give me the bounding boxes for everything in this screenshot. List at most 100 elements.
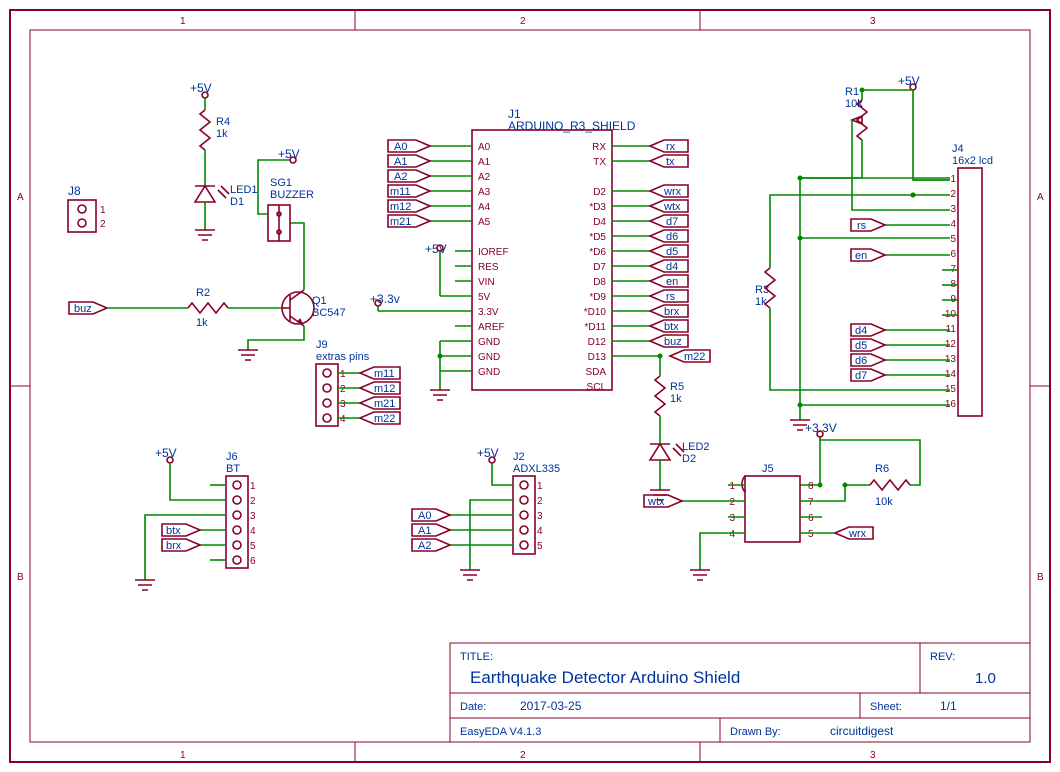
arduino-shield: J1 ARDUINO_R3_SHIELD A0 A1 A2 A3 A4 A5 I… bbox=[370, 107, 710, 500]
svg-text:EasyEDA V4.1.3: EasyEDA V4.1.3 bbox=[460, 726, 541, 738]
svg-text:J2: J2 bbox=[513, 451, 525, 463]
svg-text:m11: m11 bbox=[390, 186, 411, 198]
svg-text:J5: J5 bbox=[762, 463, 774, 475]
svg-text:J6: J6 bbox=[226, 451, 238, 463]
svg-text:ARDUINO_R3_SHIELD: ARDUINO_R3_SHIELD bbox=[508, 119, 636, 133]
svg-text:d5: d5 bbox=[666, 246, 678, 258]
svg-text:A1: A1 bbox=[418, 525, 431, 537]
svg-text:J8: J8 bbox=[68, 184, 81, 198]
svg-text:*D11: *D11 bbox=[585, 322, 607, 333]
svg-text:GND: GND bbox=[478, 367, 500, 378]
svg-text:rs: rs bbox=[857, 220, 867, 232]
svg-text:+5V: +5V bbox=[155, 446, 177, 460]
svg-text:5: 5 bbox=[537, 541, 543, 552]
j6-bt: +5V J6BT 123456 btx brx bbox=[135, 446, 256, 590]
svg-text:6: 6 bbox=[808, 513, 814, 524]
svg-text:1.0: 1.0 bbox=[975, 670, 996, 687]
svg-text:brx: brx bbox=[166, 540, 182, 552]
svg-text:1: 1 bbox=[340, 369, 346, 380]
svg-text:3.3V: 3.3V bbox=[478, 307, 499, 318]
svg-text:*D9: *D9 bbox=[589, 292, 606, 303]
svg-text:A2: A2 bbox=[394, 171, 407, 183]
svg-text:A: A bbox=[1037, 192, 1044, 203]
svg-text:tx: tx bbox=[666, 156, 675, 168]
svg-text:en: en bbox=[666, 276, 678, 288]
svg-text:Sheet:: Sheet: bbox=[870, 701, 902, 713]
svg-text:wrx: wrx bbox=[848, 528, 867, 540]
svg-text:1: 1 bbox=[180, 16, 186, 27]
svg-text:R2: R2 bbox=[196, 287, 210, 299]
svg-text:d4: d4 bbox=[666, 261, 678, 273]
svg-text:wtx: wtx bbox=[647, 496, 665, 508]
svg-text:2: 2 bbox=[537, 496, 543, 507]
svg-text:1: 1 bbox=[250, 481, 256, 492]
svg-text:A5: A5 bbox=[478, 217, 491, 228]
svg-text:circuitdigest: circuitdigest bbox=[830, 724, 894, 738]
svg-text:2: 2 bbox=[100, 219, 106, 230]
svg-text:D12: D12 bbox=[588, 337, 607, 348]
svg-text:3: 3 bbox=[729, 513, 735, 524]
svg-text:A: A bbox=[17, 192, 24, 203]
svg-text:A3: A3 bbox=[478, 187, 491, 198]
svg-text:4: 4 bbox=[950, 219, 956, 230]
svg-text:5: 5 bbox=[250, 541, 256, 552]
svg-text:D1: D1 bbox=[230, 196, 244, 208]
svg-text:extras pins: extras pins bbox=[316, 351, 370, 363]
svg-text:3: 3 bbox=[537, 511, 543, 522]
svg-text:2: 2 bbox=[729, 497, 735, 508]
svg-text:4: 4 bbox=[250, 526, 256, 537]
svg-text:1: 1 bbox=[950, 174, 956, 185]
svg-text:IOREF: IOREF bbox=[478, 247, 509, 258]
svg-text:GND: GND bbox=[478, 352, 500, 363]
svg-text:2: 2 bbox=[520, 16, 526, 27]
svg-text:1k: 1k bbox=[216, 128, 228, 140]
svg-text:SG1: SG1 bbox=[270, 177, 292, 189]
svg-text:*D6: *D6 bbox=[589, 247, 606, 258]
svg-text:A0: A0 bbox=[478, 142, 491, 153]
svg-text:A1: A1 bbox=[394, 156, 407, 168]
svg-text:D2: D2 bbox=[593, 187, 606, 198]
svg-text:10k: 10k bbox=[845, 98, 863, 110]
svg-text:B: B bbox=[17, 572, 24, 583]
svg-text:1k: 1k bbox=[670, 393, 682, 405]
svg-text:BT: BT bbox=[226, 463, 240, 475]
j9-extras: J9 extras pins 1234 m11 m12 m21 m22 bbox=[316, 339, 400, 426]
svg-text:2: 2 bbox=[250, 496, 256, 507]
svg-text:1k: 1k bbox=[755, 296, 767, 308]
svg-text:RES: RES bbox=[478, 262, 499, 273]
svg-text:R1: R1 bbox=[845, 86, 859, 98]
svg-text:TITLE:: TITLE: bbox=[460, 651, 493, 663]
svg-text:*D5: *D5 bbox=[589, 232, 606, 243]
svg-text:5: 5 bbox=[950, 234, 956, 245]
svg-text:A0: A0 bbox=[394, 141, 407, 153]
svg-text:A0: A0 bbox=[418, 510, 431, 522]
svg-text:rs: rs bbox=[666, 291, 676, 303]
svg-text:brx: brx bbox=[664, 306, 680, 318]
svg-text:d7: d7 bbox=[855, 370, 867, 382]
svg-text:m12: m12 bbox=[374, 383, 395, 395]
svg-text:ADXL335: ADXL335 bbox=[513, 463, 560, 475]
buzzer-section: +5V R41k LED1D1 J8 1 2 buz R21k Q1BC547 … bbox=[68, 81, 346, 360]
svg-text:LED2: LED2 bbox=[682, 441, 710, 453]
svg-text:*D3: *D3 bbox=[589, 202, 606, 213]
svg-text:3: 3 bbox=[870, 16, 876, 27]
svg-text:BC547: BC547 bbox=[312, 307, 346, 319]
svg-text:3: 3 bbox=[870, 750, 876, 761]
svg-text:D13: D13 bbox=[588, 352, 607, 363]
svg-text:1: 1 bbox=[729, 481, 735, 492]
svg-text:btx: btx bbox=[664, 321, 679, 333]
svg-text:A1: A1 bbox=[478, 157, 491, 168]
svg-text:R5: R5 bbox=[670, 381, 684, 393]
svg-text:2017-03-25: 2017-03-25 bbox=[520, 699, 582, 713]
svg-text:1/1: 1/1 bbox=[940, 699, 957, 713]
svg-text:m21: m21 bbox=[374, 398, 395, 410]
svg-text:SCL: SCL bbox=[587, 382, 607, 393]
svg-text:+3.3V: +3.3V bbox=[805, 421, 837, 435]
svg-text:D2: D2 bbox=[682, 453, 696, 465]
svg-text:1k: 1k bbox=[196, 317, 208, 329]
svg-text:B: B bbox=[1037, 572, 1044, 583]
svg-text:btx: btx bbox=[166, 525, 181, 537]
svg-text:m11: m11 bbox=[374, 368, 395, 380]
svg-text:GND: GND bbox=[478, 337, 500, 348]
svg-text:d4: d4 bbox=[855, 325, 867, 337]
